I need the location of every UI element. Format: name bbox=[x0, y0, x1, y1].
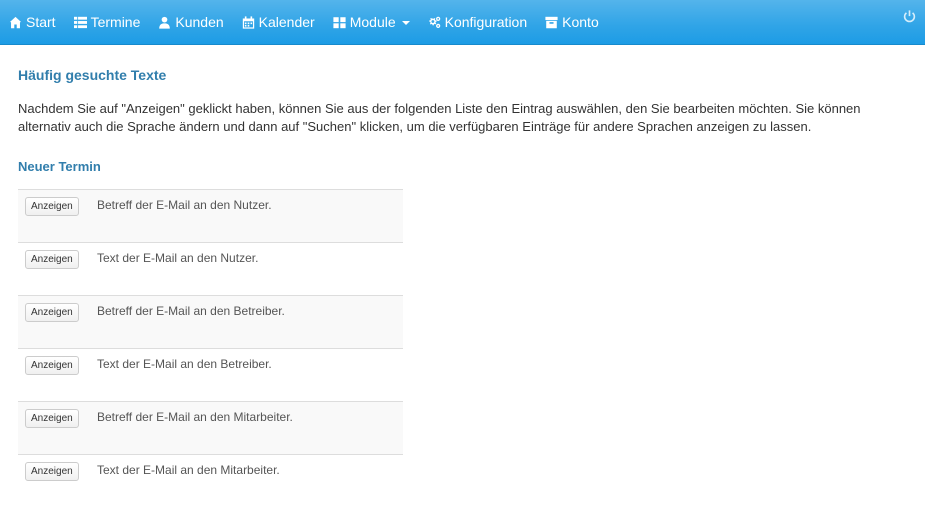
table-row: Anzeigen Text der E-Mail an den Mitarbei… bbox=[18, 454, 403, 508]
table-row: Anzeigen Betreff der E-Mail an den Betre… bbox=[18, 295, 403, 349]
show-button[interactable]: Anzeigen bbox=[25, 462, 79, 481]
user-icon bbox=[158, 16, 175, 29]
texts-table: Anzeigen Betreff der E-Mail an den Nutze… bbox=[18, 189, 403, 508]
row-text: Betreff der E-Mail an den Betreiber. bbox=[97, 295, 403, 349]
show-button[interactable]: Anzeigen bbox=[25, 409, 79, 428]
row-text: Text der E-Mail an den Mitarbeiter. bbox=[97, 454, 403, 508]
nav-item-module[interactable]: Module bbox=[333, 0, 410, 44]
home-icon bbox=[9, 16, 26, 29]
show-button[interactable]: Anzeigen bbox=[25, 197, 79, 216]
intro-text: Nachdem Sie auf "Anzeigen" geklickt habe… bbox=[18, 101, 861, 134]
show-button[interactable]: Anzeigen bbox=[25, 303, 79, 322]
nav-item-label: Kunden bbox=[175, 14, 224, 30]
section-title: Neuer Termin bbox=[18, 159, 101, 174]
row-text: Betreff der E-Mail an den Mitarbeiter. bbox=[97, 401, 403, 455]
logout-button[interactable] bbox=[903, 10, 916, 23]
main-content: Häufig gesuchte Texte Nachdem Sie auf "A… bbox=[18, 45, 908, 508]
nav-item-label: Termine bbox=[90, 14, 141, 30]
nav-item-termine[interactable]: Termine bbox=[73, 0, 141, 44]
show-button[interactable]: Anzeigen bbox=[25, 250, 79, 269]
table-row: Anzeigen Betreff der E-Mail an den Nutze… bbox=[18, 189, 403, 243]
nav-item-kalender[interactable]: Kalender bbox=[242, 0, 315, 44]
nav-item-kunden[interactable]: Kunden bbox=[158, 0, 224, 44]
nav-item-label: Konto bbox=[562, 14, 599, 30]
nav-item-label: Konfiguration bbox=[444, 14, 528, 30]
row-text: Text der E-Mail an den Nutzer. bbox=[97, 242, 403, 296]
table-row: Anzeigen Text der E-Mail an den Nutzer. bbox=[18, 242, 403, 296]
calendar-icon bbox=[242, 15, 259, 29]
row-text: Text der E-Mail an den Betreiber. bbox=[97, 348, 403, 402]
nav-item-konto[interactable]: Konto bbox=[545, 0, 599, 44]
row-text: Betreff der E-Mail an den Nutzer. bbox=[97, 189, 403, 243]
main-nav: Start Termine Kunden Kalender Module Kon… bbox=[0, 0, 617, 44]
show-button[interactable]: Anzeigen bbox=[25, 356, 79, 375]
table-row: Anzeigen Text der E-Mail an den Betreibe… bbox=[18, 348, 403, 402]
page-title: Häufig gesuchte Texte bbox=[18, 67, 167, 83]
nav-item-konfiguration[interactable]: Konfiguration bbox=[428, 0, 528, 44]
list-icon bbox=[73, 16, 91, 29]
power-icon bbox=[903, 10, 916, 27]
nav-item-label: Module bbox=[349, 14, 396, 30]
top-navbar: Start Termine Kunden Kalender Module Kon… bbox=[0, 0, 925, 45]
nav-item-start[interactable]: Start bbox=[9, 0, 56, 44]
table-row: Anzeigen Betreff der E-Mail an den Mitar… bbox=[18, 401, 403, 455]
inbox-icon bbox=[545, 16, 562, 29]
cogs-icon bbox=[428, 16, 445, 29]
nav-item-label: Start bbox=[26, 14, 56, 30]
nav-item-label: Kalender bbox=[258, 14, 315, 30]
grid-icon bbox=[333, 16, 350, 29]
chevron-down-icon bbox=[401, 21, 410, 25]
